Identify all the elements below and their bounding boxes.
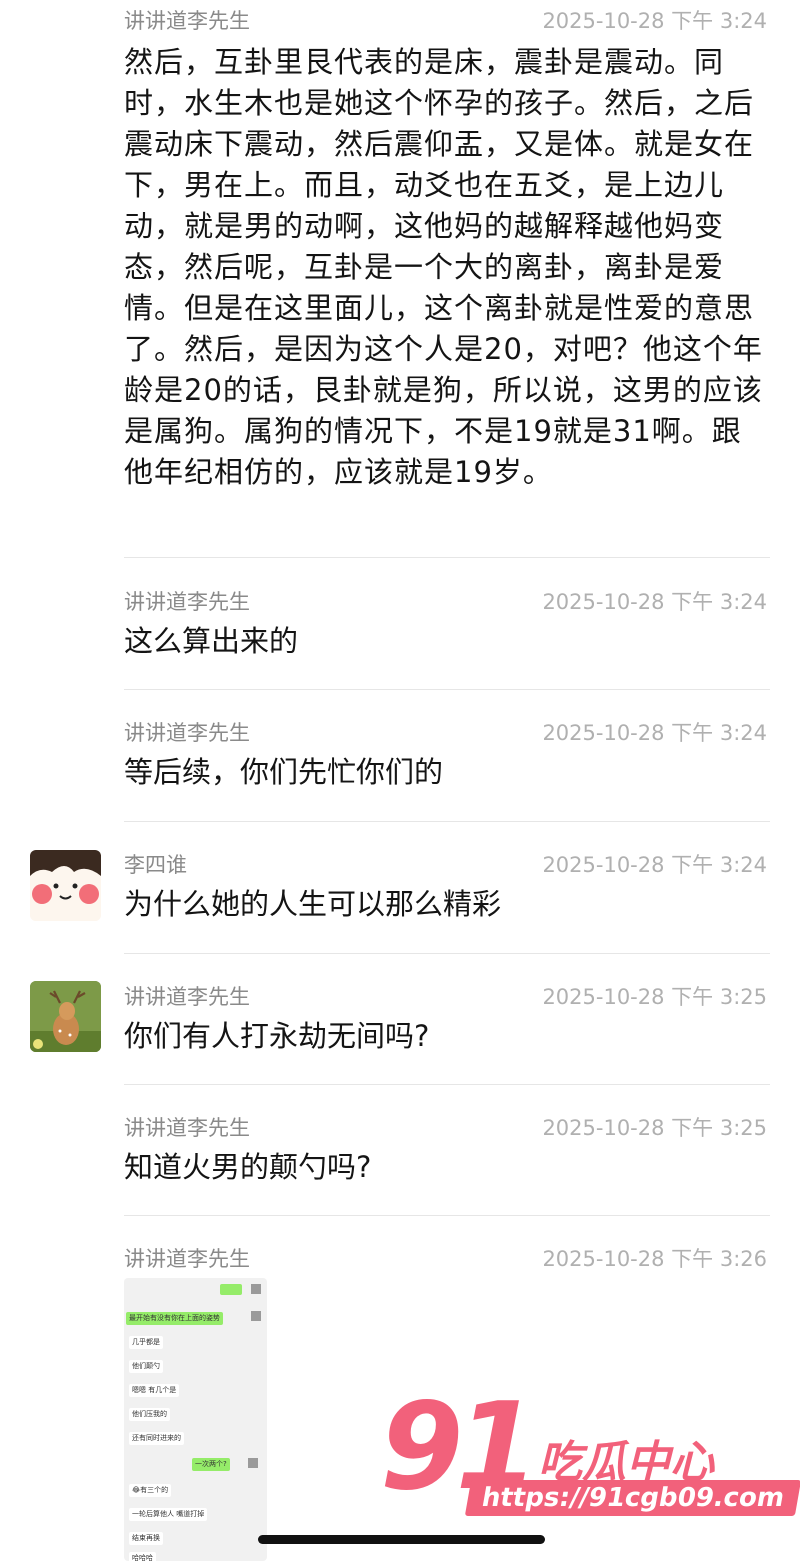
watermark-logo: 91 吃瓜中心 https://91cgb09.com — [380, 1388, 800, 1538]
message-divider — [124, 821, 770, 822]
message-timestamp: 2025-10-28 下午 3:24 — [542, 853, 767, 877]
sender-name: 李四谁 — [124, 853, 187, 877]
avatar-thumbnail — [248, 1458, 258, 1468]
message-divider — [124, 1084, 770, 1085]
chat-line: 他们颠勺 — [129, 1360, 163, 1373]
message-text[interactable]: 为什么她的人生可以那么精彩 — [124, 884, 501, 925]
message-text[interactable]: 知道火男的颠勺吗? — [124, 1147, 371, 1188]
user-avatar[interactable] — [30, 981, 101, 1052]
chat-line: 他们压我的 — [129, 1408, 170, 1421]
chat-line: 一轮后算他人 嘴道打掉 — [129, 1508, 208, 1521]
avatar-thumbnail — [251, 1311, 261, 1321]
sender-name: 讲讲道李先生 — [124, 985, 250, 1009]
message-timestamp: 2025-10-28 下午 3:24 — [542, 721, 767, 745]
watermark-url: https://91cgb09.com — [464, 1480, 800, 1516]
chat-line: 哈哈哈 — [129, 1552, 156, 1561]
sender-name: 讲讲道李先生 — [124, 1116, 250, 1140]
chat-line: 还有同时进来的 — [129, 1432, 184, 1445]
message-timestamp: 2025-10-28 下午 3:24 — [542, 590, 767, 614]
sender-name: 讲讲道李先生 — [124, 590, 250, 614]
deer-photo-avatar-icon — [30, 981, 101, 1052]
chat-line: 嗯嗯 有几个是 — [129, 1384, 180, 1397]
chat-line: 一次两个? — [192, 1458, 230, 1471]
avatar-thumbnail — [251, 1284, 261, 1294]
message-divider — [124, 689, 770, 690]
message-timestamp: 2025-10-28 下午 3:24 — [542, 9, 767, 33]
message-timestamp: 2025-10-28 下午 3:26 — [542, 1247, 767, 1271]
message-text[interactable]: 等后续，你们先忙你们的 — [124, 752, 443, 793]
home-indicator[interactable] — [258, 1535, 545, 1544]
message-divider — [124, 1215, 770, 1216]
sender-name: 讲讲道李先生 — [124, 9, 250, 33]
chat-line: 几乎都是 — [129, 1336, 163, 1349]
message-text[interactable]: 这么算出来的 — [124, 621, 298, 662]
message-timestamp: 2025-10-28 下午 3:25 — [542, 985, 767, 1009]
sender-name: 讲讲道李先生 — [124, 721, 250, 745]
image-message[interactable]: 最开始有没有你在上面的姿势 几乎都是 他们颠勺 嗯嗯 有几个是 他们压我的 还有… — [124, 1278, 267, 1561]
user-avatar[interactable] — [30, 850, 101, 921]
sender-name: 讲讲道李先生 — [124, 1247, 250, 1271]
chat-line: 结束再换 — [129, 1532, 163, 1545]
chat-line: 😂有三个的 — [129, 1484, 172, 1497]
chat-line: 最开始有没有你在上面的姿势 — [126, 1312, 223, 1325]
message-timestamp: 2025-10-28 下午 3:25 — [542, 1116, 767, 1140]
cartoon-face-avatar-icon — [30, 850, 101, 921]
message-text[interactable]: 你们有人打永劫无间吗? — [124, 1016, 429, 1057]
green-bubble — [220, 1284, 242, 1295]
message-divider — [124, 953, 770, 954]
message-text[interactable]: 然后，互卦里艮代表的是床，震卦是震动。同时，水生木也是她这个怀孕的孩子。然后，之… — [124, 42, 764, 493]
message-divider — [124, 557, 770, 558]
